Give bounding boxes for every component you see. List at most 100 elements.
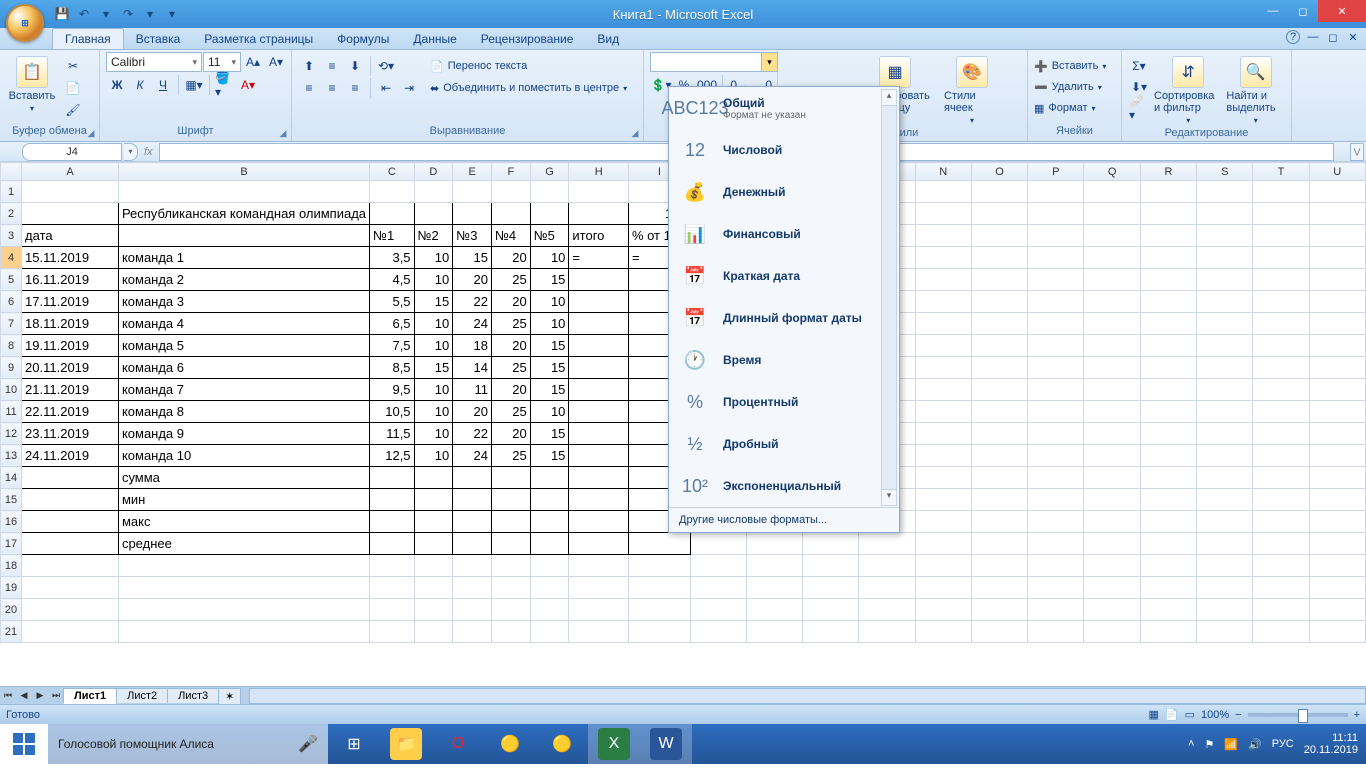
cell[interactable] — [1140, 533, 1196, 555]
cell[interactable] — [1140, 423, 1196, 445]
cell[interactable]: 10,5 — [370, 401, 415, 423]
cell[interactable]: 7,5 — [370, 335, 415, 357]
cell[interactable]: команда 10 — [118, 445, 369, 467]
cell[interactable]: 20 — [491, 379, 530, 401]
cell[interactable] — [1253, 181, 1309, 203]
row-header[interactable]: 16 — [1, 511, 22, 533]
cell[interactable] — [1028, 577, 1084, 599]
cell[interactable] — [690, 621, 746, 643]
cell[interactable] — [971, 511, 1027, 533]
cell[interactable] — [1140, 379, 1196, 401]
cell[interactable] — [569, 423, 629, 445]
cell[interactable]: 21.11.2019 — [22, 379, 119, 401]
cell[interactable] — [1084, 291, 1140, 313]
cell[interactable] — [569, 599, 629, 621]
cell[interactable] — [915, 577, 971, 599]
cell[interactable]: 24 — [453, 313, 492, 335]
cell[interactable]: 16.11.2019 — [22, 269, 119, 291]
cell[interactable]: №4 — [491, 225, 530, 247]
column-header[interactable]: E — [453, 163, 492, 181]
cell[interactable]: 23.11.2019 — [22, 423, 119, 445]
cell[interactable] — [530, 467, 569, 489]
cell[interactable] — [1084, 423, 1140, 445]
cell[interactable]: макс — [118, 511, 369, 533]
cell[interactable] — [1253, 577, 1309, 599]
more-number-formats[interactable]: Другие числовые форматы... — [669, 507, 899, 532]
format-menu-item[interactable]: 10²Экспоненциальный — [669, 465, 899, 507]
cell[interactable] — [491, 511, 530, 533]
cell[interactable] — [1140, 181, 1196, 203]
format-painter-icon[interactable]: 🖌 — [62, 100, 84, 120]
office-button[interactable]: ⊞ — [6, 4, 44, 42]
cell[interactable] — [569, 445, 629, 467]
cell[interactable] — [1084, 379, 1140, 401]
scroll-down-icon[interactable]: ▾ — [882, 489, 896, 505]
cell[interactable]: команда 1 — [118, 247, 369, 269]
cell[interactable] — [453, 467, 492, 489]
cell[interactable] — [1028, 181, 1084, 203]
cell[interactable] — [22, 577, 119, 599]
cell[interactable] — [1309, 423, 1365, 445]
dialog-launcher-icon[interactable]: ◢ — [277, 127, 289, 139]
cell[interactable]: 20 — [491, 335, 530, 357]
cell[interactable] — [628, 555, 690, 577]
cell[interactable]: 18.11.2019 — [22, 313, 119, 335]
cell[interactable] — [746, 555, 802, 577]
cell[interactable] — [1028, 357, 1084, 379]
cell[interactable] — [1028, 313, 1084, 335]
cell[interactable]: 10 — [414, 423, 453, 445]
cell-styles-button[interactable]: 🎨Стили ячеек▾ — [944, 52, 1000, 125]
cell[interactable]: 15 — [530, 445, 569, 467]
menu-scrollbar[interactable]: ▴ ▾ — [881, 89, 897, 506]
cell[interactable]: = — [569, 247, 629, 269]
cell[interactable] — [22, 555, 119, 577]
cell[interactable] — [453, 511, 492, 533]
wrap-text-button[interactable]: 📄Перенос текста — [430, 56, 627, 76]
cell[interactable] — [971, 335, 1027, 357]
merge-center-button[interactable]: ⬌Объединить и поместить в центре▾ — [430, 78, 627, 98]
chevron-down-icon[interactable]: ▾ — [140, 4, 160, 24]
cell[interactable] — [1309, 181, 1365, 203]
cell[interactable]: №2 — [414, 225, 453, 247]
cell[interactable] — [746, 533, 802, 555]
font-name-combo[interactable]: Calibri▾ — [106, 52, 202, 72]
sheet-tab[interactable]: Лист2 — [116, 688, 168, 703]
zoom-value[interactable]: 100% — [1201, 709, 1229, 721]
cell[interactable] — [530, 203, 569, 225]
cell[interactable] — [22, 489, 119, 511]
delete-cells-button[interactable]: ➖Удалить▾ — [1034, 77, 1106, 97]
cell[interactable] — [569, 577, 629, 599]
cell[interactable]: 18 — [453, 335, 492, 357]
tray-flag-icon[interactable]: ⚑ — [1204, 738, 1214, 751]
cell[interactable] — [530, 599, 569, 621]
view-pagebreak-icon[interactable]: ▭ — [1185, 708, 1195, 721]
cell[interactable] — [1253, 467, 1309, 489]
cell[interactable] — [1309, 203, 1365, 225]
cell[interactable]: 10 — [530, 401, 569, 423]
cell[interactable] — [569, 379, 629, 401]
cell[interactable] — [746, 621, 802, 643]
cell[interactable] — [1197, 577, 1253, 599]
cell[interactable] — [414, 181, 453, 203]
cell[interactable] — [1309, 269, 1365, 291]
help-icon[interactable]: ? — [1286, 30, 1300, 44]
cell[interactable] — [569, 555, 629, 577]
cell[interactable] — [915, 511, 971, 533]
cell[interactable] — [1084, 489, 1140, 511]
cell[interactable] — [971, 555, 1027, 577]
ribbon-minimize-button[interactable]: — — [1306, 30, 1320, 44]
cell[interactable] — [1253, 247, 1309, 269]
cell[interactable] — [22, 181, 119, 203]
taskbar-excel-icon[interactable]: X — [588, 724, 640, 764]
cell[interactable] — [569, 313, 629, 335]
number-format-combo[interactable] — [650, 52, 762, 72]
format-menu-item[interactable]: 12Числовой — [669, 129, 899, 171]
format-menu-item[interactable]: 📅Краткая дата — [669, 255, 899, 297]
cell[interactable]: 5,5 — [370, 291, 415, 313]
cell[interactable]: 24 — [453, 445, 492, 467]
cell[interactable] — [1084, 621, 1140, 643]
tab-review[interactable]: Рецензирование — [469, 29, 586, 49]
qat-redo-icon[interactable]: ↷ — [118, 4, 138, 24]
ribbon-close-button[interactable]: ✕ — [1346, 30, 1360, 44]
cell[interactable]: 25 — [491, 357, 530, 379]
